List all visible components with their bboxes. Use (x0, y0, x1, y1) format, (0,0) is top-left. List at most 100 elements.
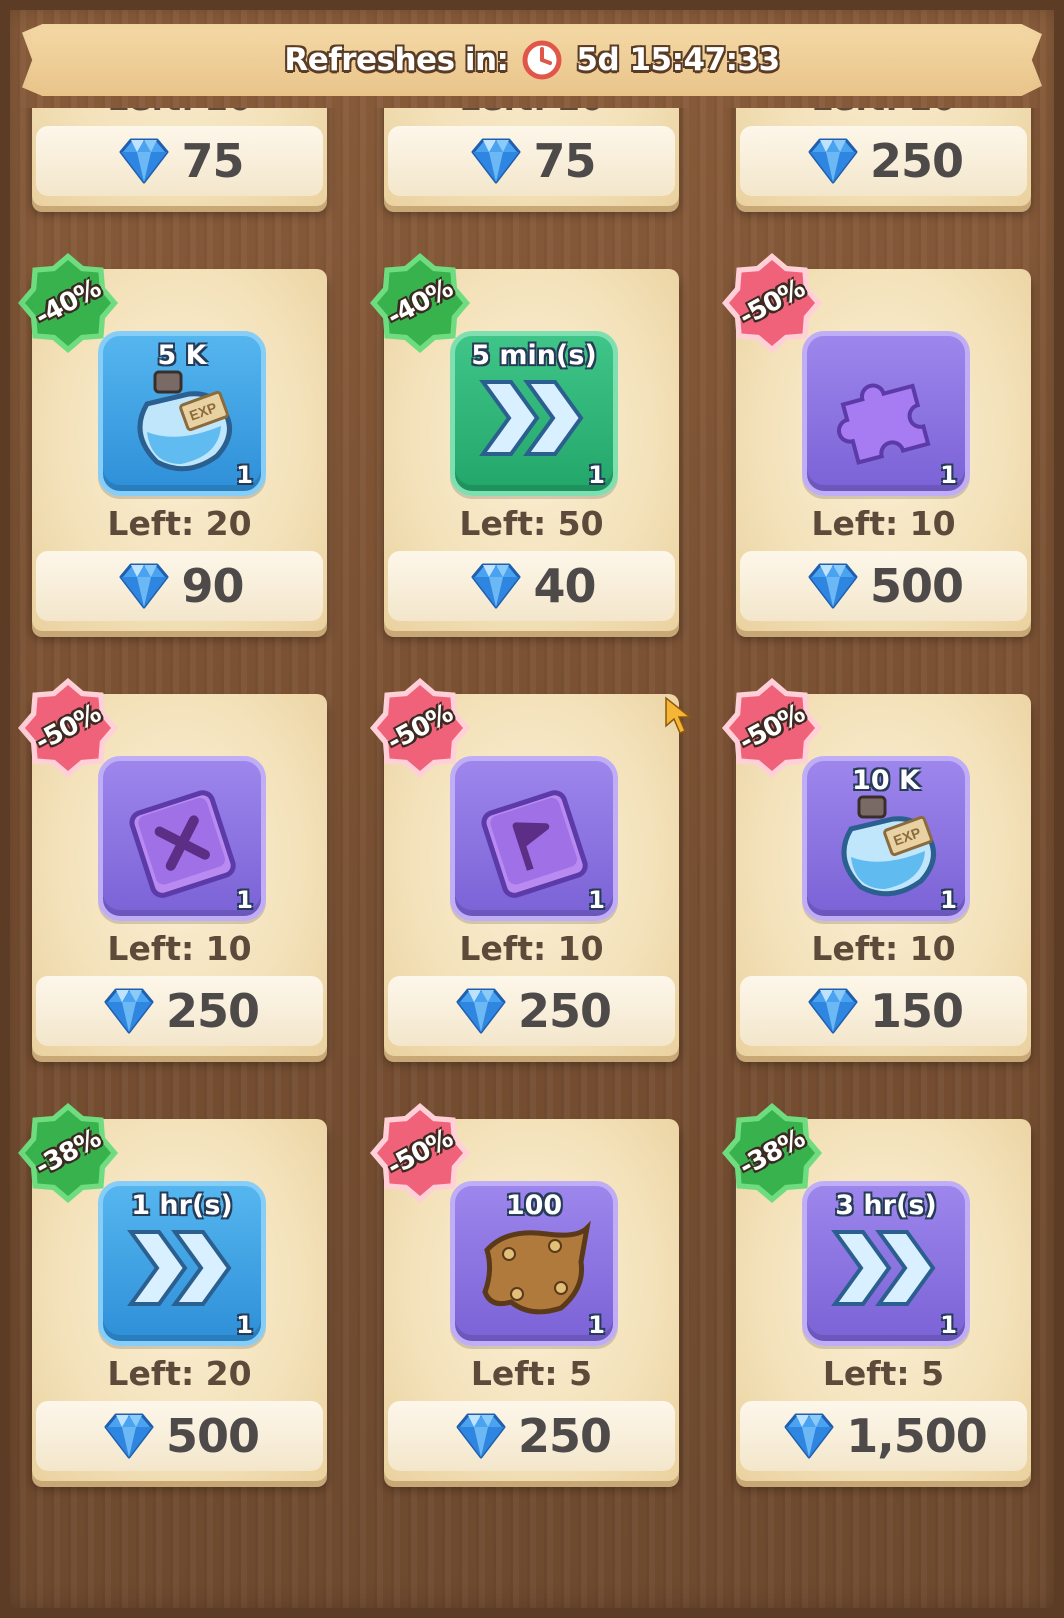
item-quantity: 1 (588, 1311, 605, 1339)
item-tile[interactable]: 1 (450, 756, 618, 921)
item-tile[interactable]: 3 hr(s) 1 (802, 1181, 970, 1346)
item-amount-label: 100 (505, 1190, 563, 1221)
buy-button[interactable]: 250 (740, 126, 1027, 196)
gem-icon (104, 1413, 154, 1459)
discount-badge: -40% (16, 251, 120, 355)
item-tile[interactable]: 1 (98, 756, 266, 921)
item-quantity: 1 (940, 461, 957, 489)
shop-item-card[interactable]: EXP 10 K 1 Left: 10 150 -50% (722, 678, 1031, 1056)
refresh-banner: Refreshes in: 5d 15:47:33 (22, 24, 1042, 96)
item-quantity: 1 (940, 1311, 957, 1339)
gem-icon (808, 563, 858, 609)
discount-badge: -50% (368, 676, 472, 780)
mouse-cursor-icon (665, 696, 693, 734)
item-quantity: 1 (236, 886, 253, 914)
stock-left-label: Left: 5 (822, 1354, 945, 1393)
gem-icon (456, 1413, 506, 1459)
buy-button[interactable]: 250 (388, 976, 675, 1046)
price-value: 250 (517, 1409, 612, 1463)
gem-icon (119, 563, 169, 609)
refresh-label: Refreshes in: (284, 42, 509, 78)
item-quantity: 1 (236, 461, 253, 489)
item-tile[interactable]: 5 min(s) 1 (450, 331, 618, 496)
shop-grid: 1Left: 20751Left: 20751Left: 20250EXP5 K… (0, 108, 1064, 1618)
price-value: 1,500 (846, 1409, 988, 1463)
refresh-countdown: 5d 15:47:33 (576, 42, 780, 78)
buy-button[interactable]: 75 (388, 126, 675, 196)
item-quantity: 1 (940, 886, 957, 914)
discount-badge: -40% (368, 251, 472, 355)
buy-button[interactable]: 150 (740, 976, 1027, 1046)
price-value: 250 (165, 984, 260, 1038)
stock-left-label: Left: 10 (459, 929, 604, 968)
buy-button[interactable]: 40 (388, 551, 675, 621)
shop-screen: Refreshes in: 5d 15:47:33 1 Left: 20 75 1 Le… (0, 0, 1064, 1618)
item-tile[interactable]: 100 1 (450, 1181, 618, 1346)
stock-left-label: Left: 10 (811, 929, 956, 968)
price-value: 500 (165, 1409, 260, 1463)
stock-left-label: Left: 20 (384, 108, 679, 118)
shop-item-card[interactable]: 1Left: 2075 (384, 108, 679, 206)
buy-button[interactable]: 1,500 (740, 1401, 1027, 1471)
stock-left-label: Left: 20 (107, 1354, 252, 1393)
item-tile[interactable]: EXP 5 K1 (98, 331, 266, 496)
price-value: 250 (517, 984, 612, 1038)
discount-badge: -50% (16, 676, 120, 780)
gem-icon (456, 988, 506, 1034)
item-amount-label: 3 hr(s) (835, 1190, 937, 1221)
item-tile[interactable]: EXP 10 K1 (802, 756, 970, 921)
shop-item-card[interactable]: 1 Left: 10 500 -50% (722, 253, 1031, 631)
price-value: 75 (533, 134, 596, 188)
buy-button[interactable]: 500 (740, 551, 1027, 621)
item-quantity: 1 (588, 461, 605, 489)
discount-badge: -50% (720, 251, 824, 355)
price-value: 500 (869, 559, 964, 613)
buy-button[interactable]: 90 (36, 551, 323, 621)
stock-left-label: Left: 50 (459, 504, 604, 543)
price-value: 40 (533, 559, 596, 613)
shop-item-card[interactable]: 1Left: 2075 (32, 108, 327, 206)
gem-icon (119, 138, 169, 184)
shop-item-card[interactable]: 1 Left: 10 250 -50% (370, 678, 679, 1056)
gem-icon (808, 988, 858, 1034)
buy-button[interactable]: 250 (36, 976, 323, 1046)
shop-item-card[interactable]: 5 min(s) 1 Left: 50 40 -40% (370, 253, 679, 631)
shop-item-card[interactable]: 3 hr(s) 1 Left: 5 1,500 -38% (722, 1103, 1031, 1481)
discount-badge: -38% (16, 1101, 120, 1205)
item-amount-label: 10 K (852, 765, 920, 796)
shop-item-card[interactable]: EXP 5 K 1 Left: 20 90 -40% (18, 253, 327, 631)
buy-button[interactable]: 250 (388, 1401, 675, 1471)
item-tile[interactable]: 1 hr(s) 1 (98, 1181, 266, 1346)
item-tile[interactable]: 1 (802, 331, 970, 496)
stock-left-label: Left: 10 (811, 504, 956, 543)
item-amount-label: 1 hr(s) (131, 1190, 233, 1221)
price-value: 250 (869, 134, 964, 188)
stock-left-label: Left: 10 (107, 929, 252, 968)
price-value: 90 (181, 559, 244, 613)
buy-button[interactable]: 500 (36, 1401, 323, 1471)
shop-item-card[interactable]: 100 1 Left: 5 250 -50% (370, 1103, 679, 1481)
gem-icon (104, 988, 154, 1034)
stock-left-label: Left: 5 (470, 1354, 593, 1393)
gem-icon (784, 1413, 834, 1459)
stock-left-label: Left: 20 (32, 108, 327, 118)
stock-left-label: Left: 20 (107, 504, 252, 543)
discount-badge: -38% (720, 1101, 824, 1205)
shop-item-card[interactable]: 1Left: 20250 (736, 108, 1031, 206)
item-amount-label: 5 K (157, 340, 207, 371)
shop-item-card[interactable]: 1 hr(s) 1 Left: 20 500 -38% (18, 1103, 327, 1481)
item-amount-label: 5 min(s) (471, 340, 597, 371)
price-value: 75 (181, 134, 244, 188)
shop-item-card[interactable]: 1 Left: 10 250 -50% (18, 678, 327, 1056)
price-value: 150 (869, 984, 964, 1038)
gem-icon (808, 138, 858, 184)
gem-icon (471, 138, 521, 184)
gem-icon (471, 563, 521, 609)
item-quantity: 1 (236, 1311, 253, 1339)
clock-icon (522, 40, 562, 80)
discount-badge: -50% (720, 676, 824, 780)
discount-badge: -50% (368, 1101, 472, 1205)
item-quantity: 1 (588, 886, 605, 914)
buy-button[interactable]: 75 (36, 126, 323, 196)
stock-left-label: Left: 20 (736, 108, 1031, 118)
